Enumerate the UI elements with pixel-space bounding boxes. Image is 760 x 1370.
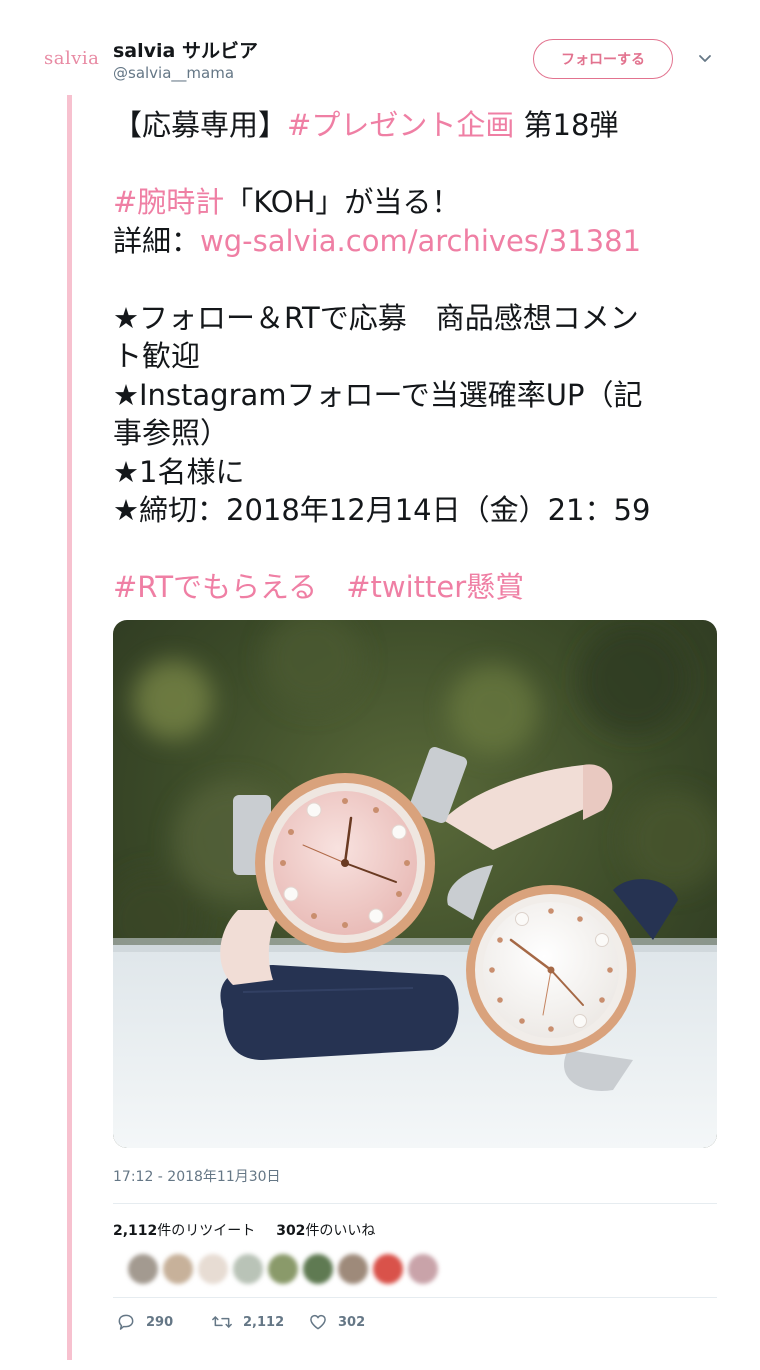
tweet-text-line: 事参照） [113,416,230,450]
display-name[interactable]: salvia サルビア [113,36,258,63]
hashtag-present[interactable]: #プレゼント企画 [287,108,514,142]
retweet-button[interactable]: 2,112 [211,1312,284,1332]
engagement-stats: 2,112件のリツイート 302件のいいね [113,1220,375,1240]
watch-photo-illustration [113,620,717,1148]
hashtag-watch[interactable]: #腕時計 [113,185,224,219]
reply-count: 290 [146,1314,174,1330]
retweet-icon [212,1316,232,1328]
avatar[interactable] [233,1254,263,1284]
avatar[interactable] [198,1254,228,1284]
hashtag-twitter-prize[interactable]: #twitter懸賞 [346,570,524,604]
tweet-text: 【応募専用】#プレゼント企画 第18弾 #腕時計「KOH」が当る！ 詳細：wg-… [113,106,723,607]
detail-link[interactable]: wg-salvia.com/archives/31381 [200,224,641,258]
retweet-stat[interactable]: 2,112件のリツイート [113,1223,255,1239]
tweet-text-line: ト歓迎 [113,339,201,373]
chevron-down-icon[interactable] [698,52,712,66]
like-stat[interactable]: 302件のいいね [276,1223,375,1239]
tweet-photo[interactable] [113,620,717,1148]
tweet-text-segment: 詳細： [113,223,201,258]
avatar[interactable] [303,1254,333,1284]
like-count: 302 [338,1314,366,1330]
tweet-text-line: ★締切：2018年12月14日（金）21：59 [113,493,651,527]
avatar-logo-text: salvia [44,48,100,69]
tweet-text-line: ★フォロー＆RTで応募 商品感想コメン [113,300,639,335]
user-handle[interactable]: @salvia__mama [113,64,234,82]
tweet-text-line: ★Instagramフォローで当選確率UP（記 [113,377,643,412]
avatar[interactable] [268,1254,298,1284]
avatar[interactable] [128,1254,158,1284]
heart-icon [310,1314,326,1330]
tweet-text-segment: 第18弾 [514,108,619,142]
thread-line [67,95,72,1360]
retweet-count: 2,112 [243,1314,285,1330]
reply-icon [118,1314,134,1330]
reply-button[interactable]: 290 [116,1312,173,1332]
divider [113,1203,717,1204]
like-button[interactable]: 302 [308,1312,365,1332]
divider [113,1297,717,1298]
tweet-timestamp[interactable]: 17:12 - 2018年11月30日 [113,1166,281,1186]
avatar[interactable] [408,1254,438,1284]
hashtag-rt[interactable]: #RTでもらえる [113,570,317,604]
tweet-text-line: ★1名様に [113,454,245,489]
tweet-text-segment: 「KOH」が当る！ [224,185,461,219]
avatar[interactable] [163,1254,193,1284]
follow-button[interactable]: フォローする [533,39,673,79]
avatar[interactable] [373,1254,403,1284]
avatar[interactable]: salvia [44,48,102,74]
avatar[interactable] [338,1254,368,1284]
tweet-text-segment: 【応募専用】 [113,108,288,142]
